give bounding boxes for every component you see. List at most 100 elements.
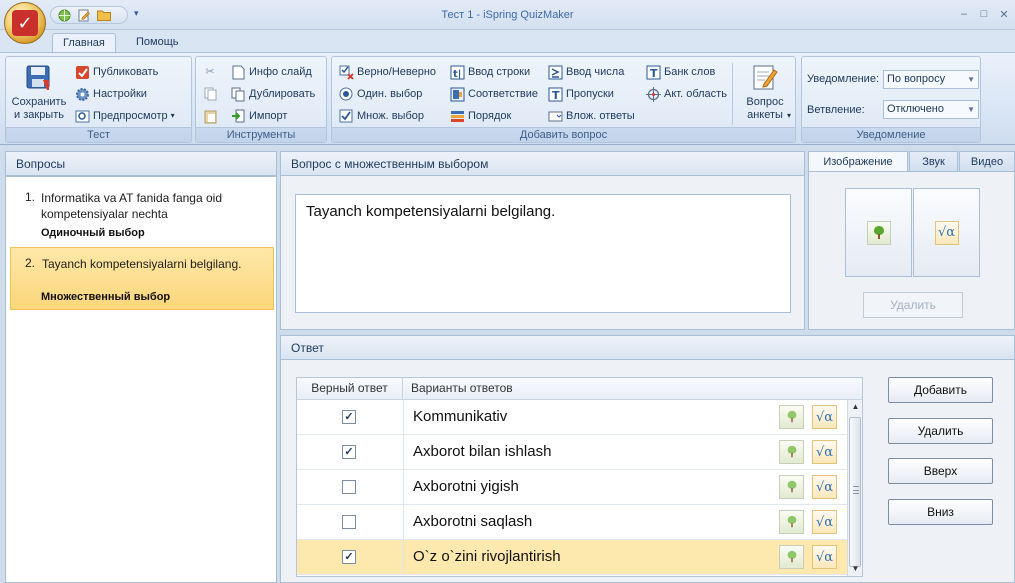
checkbox-icon xyxy=(338,108,354,124)
scroll-up-icon[interactable]: ▲ xyxy=(848,402,862,414)
answer-text[interactable]: Kommunikativ xyxy=(413,408,507,425)
paste-button[interactable] xyxy=(202,107,218,125)
image-icon[interactable] xyxy=(779,475,804,499)
application-menu-button[interactable]: ✓ xyxy=(4,2,46,44)
formula-icon[interactable]: √α xyxy=(812,545,837,569)
correct-checkbox[interactable] xyxy=(342,480,356,494)
hotspot-label: Акт. область xyxy=(664,88,727,100)
question-item-1[interactable]: 1. Informatika va AT fanida fanga oid ko… xyxy=(10,181,274,245)
cut-button[interactable]: ✂ xyxy=(202,63,218,81)
question-text-input[interactable]: Tayanch kompetensiyalarni belgilang. xyxy=(295,194,791,313)
add-image-button[interactable] xyxy=(845,188,912,277)
delete-media-button[interactable]: Удалить xyxy=(863,292,963,318)
svg-text:T: T xyxy=(552,89,560,102)
tab-home[interactable]: Главная xyxy=(52,33,116,53)
single-choice-button[interactable]: Один. выбор xyxy=(338,85,422,103)
add-formula-button[interactable]: √α xyxy=(913,188,980,277)
question-item-2[interactable]: 2. Tayanch kompetensiyalarni belgilang. … xyxy=(10,247,274,310)
answer-row-4[interactable]: Axborotni saqlash √α xyxy=(297,505,847,540)
scrollbar-thumb[interactable] xyxy=(849,417,861,567)
survey-icon xyxy=(749,63,781,93)
save-close-button[interactable]: Сохранить и закрыть xyxy=(9,63,69,122)
answer-row-5[interactable]: ✓ O`z o`zini rivojlantirish √α xyxy=(297,540,847,575)
correct-checkbox[interactable]: ✓ xyxy=(342,410,356,424)
question-editor-header: Вопрос с множественным выбором xyxy=(280,151,805,176)
svg-text:T: T xyxy=(650,67,658,80)
numeric-button[interactable]: Ввод числа xyxy=(547,63,624,81)
answer-text[interactable]: Axborotni yigish xyxy=(413,478,519,495)
svg-text:t|: t| xyxy=(453,69,461,80)
true-false-button[interactable]: Верно/Неверно xyxy=(338,63,436,81)
question-type: Одиночный выбор xyxy=(41,227,145,239)
formula-icon[interactable]: √α xyxy=(812,405,837,429)
app-logo-icon: ✓ xyxy=(12,10,38,36)
minimize-button[interactable]: – xyxy=(956,8,972,20)
settings-button[interactable]: Настройки xyxy=(74,85,147,103)
multiple-response-button[interactable]: Влож. ответы xyxy=(547,107,635,125)
save-close-label: Сохранить и закрыть xyxy=(11,96,67,121)
move-down-button[interactable]: Вниз xyxy=(888,499,993,525)
formula-icon[interactable]: √α xyxy=(812,510,837,534)
cell-divider xyxy=(403,505,404,540)
correct-checkbox[interactable] xyxy=(342,515,356,529)
copy-button[interactable] xyxy=(202,85,218,103)
answer-row-1[interactable]: ✓ Kommunikativ √α xyxy=(297,400,847,435)
preview-label: Предпросмотр xyxy=(93,110,168,122)
answer-media-buttons: √α xyxy=(779,545,837,569)
answers-scrollbar[interactable]: ▲ ▼ xyxy=(847,400,862,576)
multi-choice-button[interactable]: Множ. выбор xyxy=(338,107,424,125)
maximize-button[interactable]: □ xyxy=(976,8,992,20)
settings-label: Настройки xyxy=(93,88,147,100)
info-slide-button[interactable]: Инфо слайд xyxy=(230,63,312,81)
add-answer-button[interactable]: Добавить xyxy=(888,377,993,403)
answer-row-3[interactable]: Axborotni yigish √α xyxy=(297,470,847,505)
word-bank-button[interactable]: T Банк слов xyxy=(645,63,715,81)
import-button[interactable]: Импорт xyxy=(230,107,287,125)
publish-button[interactable]: Публиковать xyxy=(74,63,158,81)
chevron-down-icon: ▼ xyxy=(967,75,975,84)
answer-row-2[interactable]: ✓ Axborot bilan ishlash √α xyxy=(297,435,847,470)
correct-checkbox[interactable]: ✓ xyxy=(342,445,356,459)
group-add-question-label: Добавить вопрос xyxy=(332,127,795,142)
image-icon[interactable] xyxy=(779,545,804,569)
tab-image[interactable]: Изображение xyxy=(808,151,908,172)
hotspot-button[interactable]: Акт. область xyxy=(645,85,727,103)
publish-label: Публиковать xyxy=(93,66,159,78)
answer-text[interactable]: O`z o`zini rivojlantirish xyxy=(413,548,561,565)
media-area: √α Удалить xyxy=(808,171,1015,330)
copy-icon xyxy=(202,86,218,102)
answer-text[interactable]: Axborotni saqlash xyxy=(413,513,532,530)
type-in-button[interactable]: t| Ввод строки xyxy=(449,63,530,81)
sequence-button[interactable]: Порядок xyxy=(449,107,511,125)
tab-video[interactable]: Видео xyxy=(959,151,1015,172)
preview-icon xyxy=(74,108,90,124)
multiple-response-label: Влож. ответы xyxy=(566,110,635,122)
tab-sound[interactable]: Звук xyxy=(909,151,958,172)
cell-divider xyxy=(403,435,404,470)
delete-answer-button[interactable]: Удалить xyxy=(888,418,993,444)
preview-button[interactable]: Предпросмотр ▾ xyxy=(74,107,175,125)
image-icon[interactable] xyxy=(779,440,804,464)
cell-divider xyxy=(403,400,404,435)
answer-text[interactable]: Axborot bilan ishlash xyxy=(413,443,551,460)
formula-icon[interactable]: √α xyxy=(812,475,837,499)
fill-blanks-button[interactable]: T Пропуски xyxy=(547,85,614,103)
image-icon[interactable] xyxy=(779,510,804,534)
survey-question-button[interactable]: Вопрос анкеты ▾ xyxy=(737,63,793,122)
move-up-button[interactable]: Вверх xyxy=(888,458,993,484)
scroll-down-icon[interactable]: ▼ xyxy=(848,564,862,576)
tab-help[interactable]: Помощь xyxy=(126,33,189,53)
correct-checkbox[interactable]: ✓ xyxy=(342,550,356,564)
question-text: Informatika va AT fanida fanga oid kompe… xyxy=(41,191,223,221)
close-button[interactable]: ✕ xyxy=(996,8,1012,21)
feedback-select[interactable]: По вопросу ▼ xyxy=(883,70,979,89)
branching-select[interactable]: Отключено ▼ xyxy=(883,100,979,119)
duplicate-button[interactable]: Дублировать xyxy=(230,85,315,103)
formula-icon[interactable]: √α xyxy=(812,440,837,464)
question-number: 2. xyxy=(25,256,36,270)
image-icon[interactable] xyxy=(779,405,804,429)
word-bank-label: Банк слов xyxy=(664,66,716,78)
matching-button[interactable]: Соответствие xyxy=(449,85,538,103)
group-feedback: Уведомление: По вопросу ▼ Ветвление: Отк… xyxy=(801,56,981,143)
numeric-label: Ввод числа xyxy=(566,66,625,78)
